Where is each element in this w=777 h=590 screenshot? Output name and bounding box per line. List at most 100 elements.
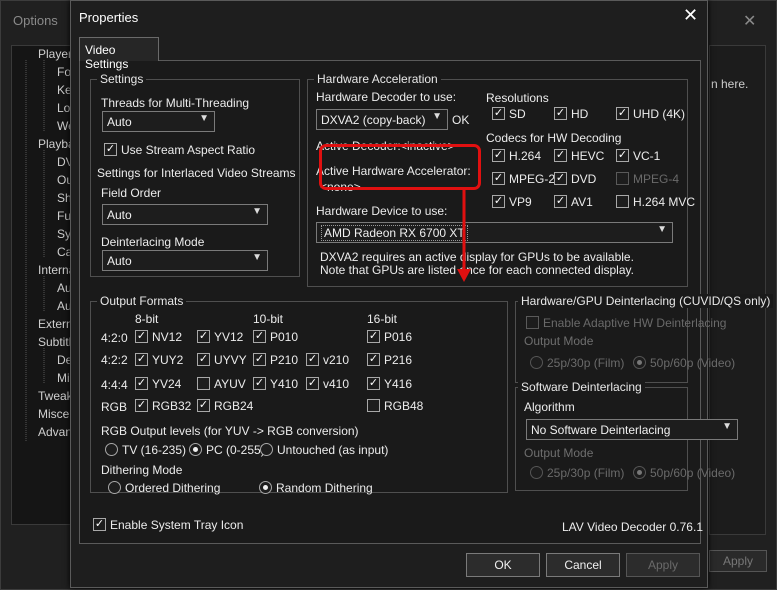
res-hd-checkbox[interactable]: ✓ HD (554, 107, 588, 123)
tree-item[interactable]: Extern (38, 317, 73, 331)
hw-device-select[interactable]: AMD Radeon RX 6700 XT ▼ (316, 222, 673, 243)
codec-mpeg2-label: MPEG-2 (509, 172, 556, 186)
tree-item[interactable]: Fo (57, 65, 71, 79)
properties-dialog: Properties ✕ Video Settings Settings Thr… (70, 0, 774, 588)
apply-button[interactable]: Apply (626, 553, 700, 577)
options-close-icon[interactable]: ✕ (743, 11, 756, 31)
swdeint-film-radio[interactable]: 25p/30p (Film) (530, 466, 624, 482)
tab-video-settings[interactable]: Video Settings (79, 37, 159, 71)
tray-icon-checkbox[interactable]: ✓ Enable System Tray Icon (93, 518, 243, 534)
fmt-p210-checkbox[interactable]: ✓ P210 (253, 353, 298, 369)
checkbox-box: ✓ (104, 143, 117, 156)
threads-select-value: Auto (107, 115, 132, 129)
checkbox-box: ✓ (93, 518, 106, 531)
hw-deinterlacing-group: Hardware/GPU Deinterlacing (CUVID/QS onl… (515, 294, 774, 383)
deinterlacing-mode-select[interactable]: Auto ▼ (102, 250, 268, 271)
algorithm-label: Algorithm (524, 400, 575, 414)
fmt-nv12-checkbox[interactable]: ✓ NV12 (135, 330, 182, 346)
fmt-yv12-checkbox[interactable]: ✓ YV12 (197, 330, 243, 346)
fmt-rgb48-checkbox[interactable]: RGB48 (367, 399, 423, 415)
fmt-y410-label: Y410 (270, 377, 299, 391)
field-order-label: Field Order (101, 186, 162, 200)
dither-ordered-radio[interactable]: Ordered Dithering (108, 481, 220, 497)
codec-hevc-checkbox[interactable]: ✓ HEVC (554, 149, 604, 165)
settings-group-title: Settings (97, 72, 147, 86)
levels-label: RGB Output levels (for YUV -> RGB conver… (101, 424, 359, 438)
codec-vp9-checkbox[interactable]: ✓ VP9 (492, 195, 532, 211)
tree-item[interactable]: Mi (57, 371, 70, 385)
hwdeint-film-radio[interactable]: 25p/30p (Film) (530, 356, 624, 372)
fmt-y416-checkbox[interactable]: ✓ Y416 (367, 377, 412, 393)
fmt-p010-checkbox[interactable]: ✓ P010 (253, 330, 298, 346)
adaptive-hw-deint-checkbox[interactable]: Enable Adaptive HW Deinterlacing (526, 316, 726, 332)
codec-mpeg4-label: MPEG-4 (633, 172, 680, 186)
res-uhd-checkbox[interactable]: ✓ UHD (4K) (616, 107, 685, 123)
radio-dot (530, 466, 543, 479)
algorithm-select[interactable]: No Software Deinterlacing ▼ (526, 419, 738, 440)
radio-dot (108, 481, 121, 494)
fmt-yv24-label: YV24 (152, 377, 182, 391)
fmt-rgb32-label: RGB32 (152, 399, 192, 413)
fmt-nv12-label: NV12 (152, 330, 183, 344)
fmt-rgb24-checkbox[interactable]: ✓ RGB24 (197, 399, 253, 415)
swdeint-video-label: 50p/60p (Video) (650, 466, 736, 480)
tree-item[interactable]: Subtitl (38, 335, 71, 349)
fmt-v210-checkbox[interactable]: ✓ v210 (306, 353, 349, 369)
levels-pc-radio[interactable]: PC (0-255) (189, 443, 265, 459)
algorithm-value: No Software Deinterlacing (531, 423, 671, 437)
levels-tv-radio[interactable]: TV (16-235) (105, 443, 186, 459)
codec-h264-checkbox[interactable]: ✓ H.264 (492, 149, 541, 165)
checkbox-box: ✓ (306, 353, 319, 366)
fmt-yuy2-checkbox[interactable]: ✓ YUY2 (135, 353, 183, 369)
tree-item[interactable]: Player (38, 47, 72, 61)
res-sd-checkbox[interactable]: ✓ SD (492, 107, 526, 123)
codec-h264mvc-checkbox[interactable]: H.264 MVC (616, 195, 695, 211)
ok-button[interactable]: OK (466, 553, 540, 577)
tree-item[interactable]: Fu (57, 209, 71, 223)
tree-item[interactable]: Lo (57, 101, 70, 115)
codec-dvd-checkbox[interactable]: ✓ DVD (554, 172, 596, 188)
fmt-v410-checkbox[interactable]: ✓ v410 (306, 377, 349, 393)
fmt-uyvy-checkbox[interactable]: ✓ UYVY (197, 353, 247, 369)
fmt-p216-checkbox[interactable]: ✓ P216 (367, 353, 412, 369)
threads-select[interactable]: Auto ▼ (102, 111, 215, 132)
radio-dot (189, 443, 202, 456)
levels-untouched-radio[interactable]: Untouched (as input) (260, 443, 388, 459)
codec-av1-checkbox[interactable]: ✓ AV1 (554, 195, 593, 211)
cancel-button[interactable]: Cancel (546, 553, 620, 577)
tree-item[interactable]: Advan (38, 425, 72, 439)
hw-decoder-select[interactable]: DXVA2 (copy-back) ▼ (316, 109, 448, 130)
checkbox-box: ✓ (135, 399, 148, 412)
chevron-down-icon: ▼ (252, 206, 262, 217)
hwdeint-video-radio[interactable]: 50p/60p (Video) (633, 356, 735, 372)
checkbox-box: ✓ (554, 172, 567, 185)
hdr-8bit: 8-bit (135, 312, 159, 326)
checkbox-box: ✓ (554, 195, 567, 208)
codec-h264mvc-label: H.264 MVC (633, 195, 696, 209)
dialog-close-icon[interactable]: ✕ (683, 5, 698, 26)
fmt-p016-checkbox[interactable]: ✓ P016 (367, 330, 412, 346)
fmt-ayuv-label: AYUV (214, 377, 246, 391)
dither-random-radio[interactable]: Random Dithering (259, 481, 373, 497)
fmt-yv24-checkbox[interactable]: ✓ YV24 (135, 377, 181, 393)
checkbox-box: ✓ (554, 149, 567, 162)
checkbox-box: ✓ (616, 149, 629, 162)
options-apply-button[interactable]: Apply (709, 550, 767, 572)
codec-mpeg4-checkbox[interactable]: MPEG-4 (616, 172, 679, 188)
field-order-value: Auto (107, 208, 132, 222)
tab-page: Settings Threads for Multi-Threading Aut… (79, 60, 774, 544)
tree-item[interactable]: Tweak (38, 389, 73, 403)
fmt-rgb32-checkbox[interactable]: ✓ RGB32 (135, 399, 191, 415)
codec-mpeg2-checkbox[interactable]: ✓ MPEG-2 (492, 172, 555, 188)
field-order-select[interactable]: Auto ▼ (102, 204, 268, 225)
fmt-y410-checkbox[interactable]: ✓ Y410 (253, 377, 298, 393)
row-444-label: 4:4:4 (101, 378, 128, 392)
codec-vc1-checkbox[interactable]: ✓ VC-1 (616, 149, 660, 165)
swdeint-video-radio[interactable]: 50p/60p (Video) (633, 466, 735, 482)
fmt-yv12-label: YV12 (214, 330, 244, 344)
tree-item[interactable]: Sy (57, 227, 71, 241)
dither-label: Dithering Mode (101, 463, 183, 477)
tree-item[interactable]: Miscel (38, 407, 72, 421)
fmt-ayuv-checkbox[interactable]: AYUV (197, 377, 246, 393)
stream-aspect-checkbox[interactable]: ✓ Use Stream Aspect Ratio (104, 143, 255, 159)
